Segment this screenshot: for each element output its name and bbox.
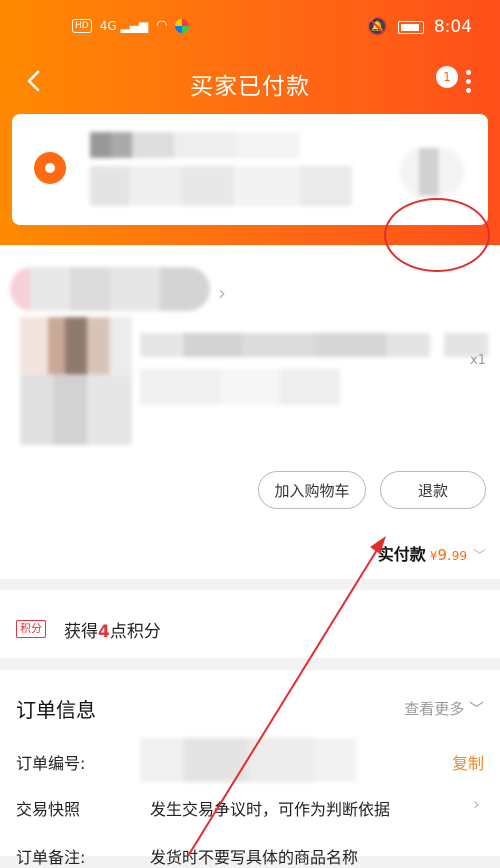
- paid-amount-row[interactable]: 实付款 ¥9.99 ﹀: [378, 541, 486, 565]
- paid-label: 实付款: [377, 545, 426, 564]
- order-card: › x1 加入购物车 退款 实付款 ¥9.99 ﹀: [0, 245, 500, 579]
- app-notification-icon: [175, 18, 190, 33]
- chevron-right-icon: ›: [472, 794, 480, 815]
- redacted-shop-name[interactable]: [10, 267, 210, 311]
- chevron-down-icon: ﹀: [472, 549, 486, 564]
- points-card: 积分 获得4点积分: [0, 590, 500, 658]
- signal-icon: 4G ▂▄▆: [99, 18, 149, 33]
- paid-amount: ¥9.99: [429, 546, 467, 564]
- see-more-button[interactable]: 查看更多 ﹀: [404, 698, 484, 719]
- wifi-icon: ◠: [156, 18, 168, 33]
- chevron-right-icon: ›: [218, 281, 226, 305]
- redacted-product-title: [140, 333, 430, 357]
- order-info-card: 订单信息 查看更多 ﹀ 订单编号: 复制 交易快照 发生交易争议时，可作为判断依…: [0, 670, 500, 867]
- more-button[interactable]: 1: [436, 66, 474, 97]
- product-quantity: x1: [470, 353, 486, 368]
- chevron-down-icon: ﹀: [468, 700, 484, 718]
- copy-button[interactable]: 复制: [452, 750, 484, 774]
- order-number-label: 订单编号:: [16, 754, 86, 773]
- more-vertical-icon: [464, 70, 471, 97]
- order-info-title: 订单信息: [16, 698, 96, 722]
- page-title: 买家已付款: [190, 74, 310, 100]
- redacted-product-image[interactable]: [20, 317, 132, 445]
- location-pin-icon: [34, 152, 66, 184]
- redacted-address-detail: [90, 166, 352, 206]
- nav-bar: 买家已付款 1: [0, 58, 500, 106]
- snapshot-label: 交易快照: [16, 800, 81, 819]
- add-to-cart-button[interactable]: 加入购物车: [258, 471, 366, 509]
- hd-badge: HD: [72, 18, 92, 33]
- redacted-contact-button: [400, 148, 464, 196]
- mute-bell-icon: 🔕: [366, 17, 388, 37]
- redacted-order-number: [140, 738, 356, 782]
- notification-badge: 1: [436, 66, 458, 88]
- remark-label: 订单备注:: [16, 848, 86, 867]
- remark-value: 发货时不要写具体的商品名称: [150, 848, 359, 867]
- refund-highlight-circle: [384, 198, 490, 272]
- redacted-address-name: [90, 132, 300, 158]
- clock: 8:04: [433, 17, 472, 37]
- snapshot-value[interactable]: 发生交易争议时，可作为判断依据: [150, 796, 390, 820]
- points-tag: 积分: [16, 620, 46, 638]
- refund-button[interactable]: 退款: [380, 471, 486, 509]
- status-bar: HD 4G ▂▄▆ ◠ 🔕 8:04: [0, 14, 500, 44]
- redacted-product-spec: [140, 369, 340, 405]
- battery-icon: [397, 20, 424, 34]
- points-text: 获得4点积分: [64, 622, 161, 642]
